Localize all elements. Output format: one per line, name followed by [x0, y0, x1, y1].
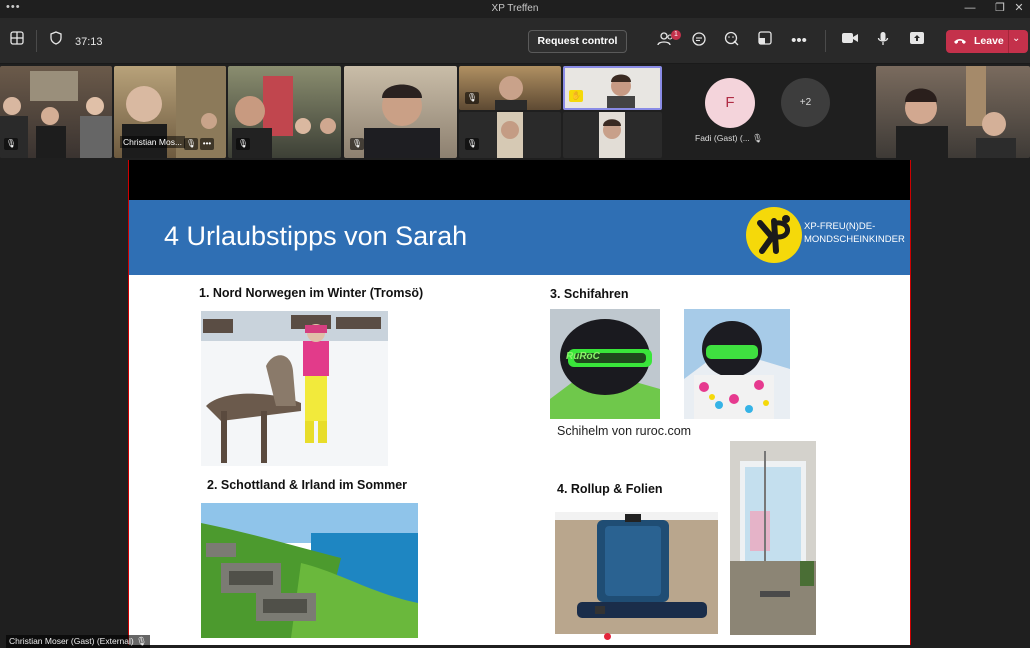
leave-divider [1008, 30, 1009, 53]
presenter-name-label: Christian Moser (Gast) (External) 🎙 [6, 635, 150, 648]
photo-helmet-2 [684, 309, 790, 419]
video-tile[interactable]: 🎙 [459, 112, 561, 158]
reindeer-photo [201, 311, 388, 466]
chat-icon[interactable] [689, 31, 709, 51]
logo-text-line: XP-FREU(N)DE- [804, 221, 876, 232]
more-options-icon[interactable]: ••• [200, 138, 214, 150]
window-title: XP Treffen [491, 3, 539, 14]
minimize-icon[interactable]: — [955, 0, 985, 18]
share-screen-icon[interactable] [907, 31, 927, 51]
logo-text-line: MONDSCHEINKINDER [804, 234, 905, 245]
video-tile[interactable] [876, 66, 1030, 158]
participant-video [896, 66, 1016, 158]
microphone-icon[interactable] [873, 31, 893, 51]
logo-text: XP-FREU(N)DE- MONDSCHEINKINDER [804, 220, 905, 246]
shared-slide: 4 Urlaubstipps von Sarah XP-FREU(N)DE- MO… [128, 160, 911, 645]
muted-mic-icon: 🎙 [465, 92, 479, 104]
slide-top-bar [129, 160, 910, 200]
slide-header: 4 Urlaubstipps von Sarah XP-FREU(N)DE- MO… [129, 200, 910, 275]
helmet-photo [684, 309, 790, 419]
participant-name-label: Fadi (Gast) (... 🎙 [695, 133, 763, 144]
toolbar-divider [825, 30, 826, 52]
muted-mic-icon: 🎙 [465, 138, 479, 150]
shield-icon[interactable] [46, 31, 66, 51]
phone-hangup-icon [954, 39, 966, 44]
muted-mic-icon: 🎙 [136, 636, 147, 646]
logo [746, 207, 802, 263]
participant-video [599, 112, 625, 158]
photo-luggage [555, 512, 718, 634]
muted-mic-icon: 🎙 [236, 138, 250, 150]
reactions-icon[interactable] [722, 31, 742, 51]
section-heading-2: 2. Schottland & Irland im Sommer [207, 478, 408, 492]
muted-mic-icon: 🎙 [184, 138, 198, 150]
video-tile[interactable]: 🎙 [228, 66, 341, 158]
video-tile[interactable] [563, 112, 662, 158]
photo-rollup [730, 441, 816, 635]
request-control-button[interactable]: Request control [528, 30, 627, 53]
landscape-photo [201, 503, 418, 638]
laser-pointer-indicator [604, 633, 611, 640]
title-bar: ••• XP Treffen — ❐ ✕ [0, 0, 1030, 18]
more-participants-button[interactable]: +2 [781, 78, 830, 127]
photo-helmet-1: RuRoC [550, 309, 660, 419]
xp-logo-icon [757, 215, 790, 254]
helmet-caption: Schihelm von ruroc.com [557, 424, 692, 438]
chevron-down-icon[interactable]: ⌄ [1012, 33, 1020, 44]
layout-grid-icon[interactable] [7, 31, 27, 51]
participant-name-text: Fadi (Gast) (... [695, 133, 750, 143]
muted-mic-icon: 🎙 [752, 133, 763, 143]
luggage-photo [555, 512, 718, 634]
meeting-timer: 37:13 [75, 36, 103, 48]
photo-scotland [201, 503, 418, 638]
view-icon[interactable] [755, 31, 775, 51]
participant-name-label: Christian Mos... [120, 136, 186, 148]
photo-norway [201, 311, 388, 466]
helmet-brand-text: RuRoC [566, 351, 601, 362]
leave-label: Leave [974, 35, 1004, 47]
presenter-bar: Christian Moser (Gast) (External) 🎙 [0, 633, 150, 648]
section-heading-1: 1. Nord Norwegen im Winter (Tromsö) [199, 286, 424, 300]
meeting-toolbar: 37:13 Request control 1 ••• Leave ⌄ [0, 18, 1030, 64]
video-tile-raised-hand[interactable]: ✋ [563, 66, 662, 110]
video-tile[interactable]: 🎙 [459, 66, 561, 110]
video-tile[interactable]: Christian Mos... 🎙 ••• [114, 66, 226, 158]
leave-button[interactable]: Leave ⌄ [946, 30, 1028, 53]
participants-strip: 🎙 Christian Mos... 🎙 ••• 🎙 🎙 🎙 ✋ 🎙 [0, 65, 1030, 160]
avatar[interactable]: F [705, 78, 755, 128]
toolbar-divider [36, 30, 37, 52]
video-tile[interactable]: 🎙 [344, 66, 457, 158]
rollup-photo [730, 441, 816, 635]
muted-mic-icon: 🎙 [4, 138, 18, 150]
close-icon[interactable]: ✕ [1004, 0, 1030, 18]
helmet-photo: RuRoC [550, 309, 660, 419]
raised-hand-icon: ✋ [569, 90, 583, 102]
participant-video [497, 112, 523, 158]
presenter-name-text: Christian Moser (Gast) (External) [9, 636, 134, 646]
section-heading-4: 4. Rollup & Folien [557, 482, 663, 496]
muted-mic-icon: 🎙 [350, 138, 364, 150]
section-heading-3: 3. Schifahren [550, 287, 629, 301]
participants-badge: 1 [671, 30, 681, 40]
participant-video [607, 74, 635, 108]
slide-title: 4 Urlaubstipps von Sarah [164, 221, 468, 251]
video-tile[interactable]: 🎙 [0, 66, 112, 158]
camera-icon[interactable] [840, 31, 860, 51]
more-options-icon[interactable]: ••• [789, 31, 809, 51]
